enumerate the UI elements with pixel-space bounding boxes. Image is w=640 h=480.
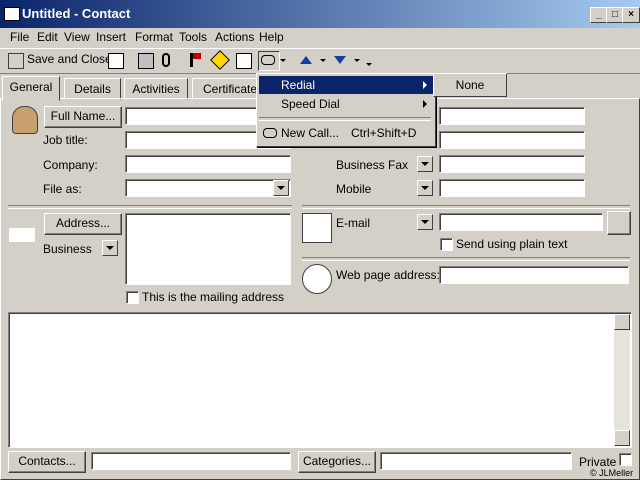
flag-red-part-icon	[193, 53, 201, 59]
menu-item-new-call[interactable]: New Call... Ctrl+Shift+D	[259, 124, 433, 142]
menu-file[interactable]: File	[10, 30, 29, 44]
address-type-dropdown[interactable]	[102, 240, 118, 256]
mobile-dropdown[interactable]	[417, 180, 433, 196]
menu-help[interactable]: Help	[259, 30, 284, 44]
redial-submenu: None	[433, 73, 507, 97]
submenu-arrow-icon	[423, 100, 427, 108]
mobile-label: Mobile	[336, 182, 372, 196]
address-type-label: Business	[43, 242, 92, 256]
separator	[302, 205, 630, 209]
private-label: Private	[579, 455, 617, 469]
plain-text-label: Send using plain text	[456, 237, 568, 251]
next-dropdown-icon[interactable]	[354, 59, 360, 62]
address-field[interactable]	[125, 213, 291, 285]
toolbar-options-icon[interactable]	[366, 63, 372, 66]
menu-actions[interactable]: Actions	[215, 30, 254, 44]
toolbar: Save and Close	[0, 48, 640, 74]
previous-item-icon[interactable]	[300, 56, 312, 64]
menu-item-speed-dial[interactable]: Speed Dial	[259, 95, 433, 113]
save-icon[interactable]	[108, 53, 124, 69]
tab-general[interactable]: General	[2, 76, 60, 101]
phone-field-1[interactable]	[439, 107, 585, 125]
phone-icon	[261, 55, 275, 65]
previous-dropdown-icon[interactable]	[320, 59, 326, 62]
email-envelope-icon	[302, 213, 332, 243]
menu-bar: File Edit View Insert Format Tools Actio…	[0, 28, 640, 46]
business-fax-label: Business Fax	[336, 158, 409, 172]
email-field[interactable]	[439, 213, 603, 231]
title-bar: Untitled - Contact _ □ ×	[0, 0, 640, 28]
tab-activities[interactable]: Activities	[124, 78, 188, 100]
business-fax-field[interactable]	[439, 155, 585, 173]
close-button[interactable]: ×	[622, 7, 640, 23]
dial-context-menu: Redial Speed Dial New Call... Ctrl+Shift…	[256, 73, 436, 147]
web-page-field[interactable]	[439, 266, 629, 284]
plain-text-checkbox[interactable]	[440, 238, 453, 251]
contacts-field[interactable]	[91, 452, 291, 470]
mailing-address-label: This is the mailing address	[142, 290, 285, 304]
web-page-icon	[302, 264, 332, 294]
separator	[8, 205, 292, 209]
nav-icon[interactable]	[210, 50, 230, 70]
categories-button[interactable]: Categories...	[298, 451, 376, 473]
contact-app-icon	[4, 7, 20, 21]
scroll-up-icon[interactable]	[614, 314, 630, 330]
notes-area[interactable]	[8, 312, 632, 448]
mailing-address-checkbox[interactable]	[126, 291, 139, 304]
speed-dial-label: Speed Dial	[281, 97, 340, 111]
scroll-down-icon[interactable]	[614, 430, 630, 446]
mobile-field[interactable]	[439, 179, 585, 197]
contacts-button[interactable]: Contacts...	[8, 451, 86, 473]
phone-icon	[263, 128, 277, 138]
separator	[259, 117, 431, 121]
email-dropdown[interactable]	[417, 214, 433, 230]
menu-edit[interactable]: Edit	[37, 30, 58, 44]
company-field[interactable]	[125, 155, 291, 173]
window-title: Untitled - Contact	[22, 6, 131, 21]
submenu-arrow-icon	[423, 81, 427, 89]
house-icon	[9, 216, 35, 242]
job-title-label: Job title:	[43, 133, 88, 147]
print-icon[interactable]	[138, 53, 154, 69]
full-name-button[interactable]: Full Name...	[44, 106, 122, 128]
categories-field[interactable]	[380, 452, 572, 470]
copyright-text: © JLMeller	[590, 468, 634, 478]
contact-person-icon	[12, 106, 38, 134]
redial-label: Redial	[281, 78, 316, 92]
menu-item-redial[interactable]: Redial	[259, 76, 433, 94]
email-label: E-mail	[336, 216, 371, 230]
next-item-icon[interactable]	[334, 56, 346, 64]
address-button[interactable]: Address...	[44, 213, 122, 235]
display-map-icon[interactable]	[236, 53, 252, 69]
phone-field-2[interactable]	[439, 131, 585, 149]
new-call-shortcut: Ctrl+Shift+D	[351, 126, 417, 140]
private-checkbox[interactable]	[619, 453, 632, 466]
menu-tools[interactable]: Tools	[179, 30, 207, 44]
company-label: Company:	[43, 158, 98, 172]
separator	[302, 257, 630, 261]
dial-dropdown-icon[interactable]	[280, 59, 286, 62]
save-close-icon	[8, 53, 24, 69]
notes-scrollbar[interactable]	[614, 314, 630, 446]
menu-insert[interactable]: Insert	[96, 30, 126, 44]
tab-details[interactable]: Details	[64, 78, 121, 100]
business-fax-dropdown[interactable]	[417, 156, 433, 172]
new-call-label: New Call...	[281, 126, 340, 140]
file-as-dropdown[interactable]	[273, 180, 289, 196]
attachment-icon[interactable]	[162, 53, 170, 67]
file-as-label: File as:	[43, 182, 82, 196]
menu-view[interactable]: View	[64, 30, 90, 44]
web-page-label: Web page address:	[336, 268, 440, 282]
menu-format[interactable]: Format	[135, 30, 173, 44]
submenu-item-none[interactable]: None	[456, 78, 485, 92]
save-and-close-button[interactable]: Save and Close	[27, 52, 112, 70]
file-as-field[interactable]	[125, 179, 291, 197]
address-book-icon[interactable]	[607, 211, 631, 235]
